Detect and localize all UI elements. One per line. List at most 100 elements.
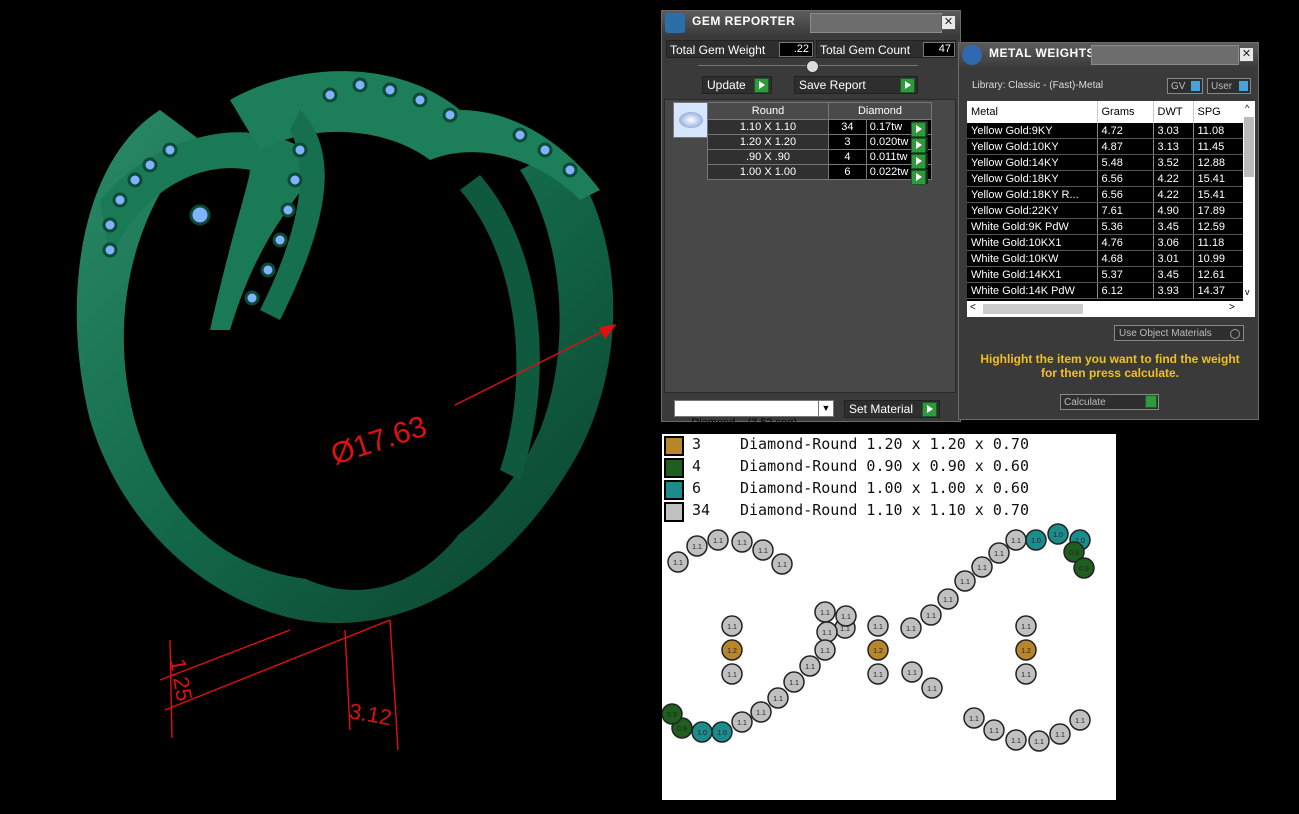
- gem-reporter-close-button[interactable]: ✕: [941, 15, 956, 30]
- gv-toggle[interactable]: GV: [1167, 78, 1203, 94]
- grams-col-header[interactable]: Grams: [1097, 101, 1154, 123]
- update-button[interactable]: Update: [702, 76, 772, 94]
- stone-label: 1.1: [977, 565, 987, 572]
- legend-swatch: [664, 480, 684, 500]
- stone-label: 1.2: [727, 648, 737, 655]
- scrollbar-thumb[interactable]: [1244, 117, 1254, 177]
- metal-grams: 4.72: [1097, 123, 1154, 139]
- metal-table: Metal Grams DWT SPG Yellow Gold:9KY 4.72 3…: [967, 101, 1244, 299]
- titlebar-grip: [810, 13, 942, 33]
- metal-table-row[interactable]: White Gold:9K PdW 5.36 3.45 12.59: [967, 218, 1244, 235]
- metal-spg: 11.08: [1193, 123, 1244, 139]
- scroll-left-icon[interactable]: <: [970, 302, 976, 313]
- metal-name: Yellow Gold:10KY: [967, 138, 1098, 155]
- vertical-scrollbar[interactable]: ^ v: [1243, 101, 1255, 301]
- toggle-indicator: [1191, 81, 1200, 91]
- metal-table-row[interactable]: Yellow Gold:22KY 7.61 4.90 17.89: [967, 202, 1244, 219]
- scroll-right-icon[interactable]: >: [1229, 302, 1235, 313]
- legend-swatch: [664, 502, 684, 522]
- stone-marker: 1.1: [1015, 615, 1037, 637]
- stone-marker: 1.1: [901, 661, 923, 683]
- metal-weights-close-button[interactable]: ✕: [1239, 47, 1254, 62]
- metal-table-row[interactable]: White Gold:10KW 4.68 3.01 10.99: [967, 250, 1244, 267]
- total-gem-count-label: Total Gem Count: [820, 43, 911, 57]
- gem-table-row[interactable]: 1.10 X 1.10 34 0.17tw: [707, 119, 933, 135]
- stone-marker: 1.1: [971, 556, 993, 578]
- legend-row: 4 Diamond-Round 0.90 x 0.90 x 0.60: [662, 456, 1116, 478]
- metal-table-row[interactable]: Yellow Gold:14KY 5.48 3.52 12.88: [967, 154, 1244, 171]
- stone-marker: 0.9: [1073, 557, 1095, 579]
- metal-spg: 15.41: [1193, 170, 1244, 187]
- scrollbar-thumb[interactable]: [983, 304, 1083, 314]
- metal-table-row[interactable]: White Gold:14K PdW 6.12 3.93 14.37: [967, 282, 1244, 299]
- stone-label: 1.1: [822, 630, 832, 637]
- metal-table-row[interactable]: Yellow Gold:18KY R... 6.56 4.22 15.41: [967, 186, 1244, 203]
- chevron-down-icon[interactable]: ▼: [818, 401, 833, 416]
- stone-label: 0.9: [677, 726, 687, 733]
- stone-label: 1.1: [1055, 732, 1065, 739]
- metal-table-row[interactable]: Yellow Gold:9KY 4.72 3.03 11.08: [967, 123, 1244, 139]
- radio-icon: [1230, 329, 1240, 339]
- metal-name: Yellow Gold:14KY: [967, 154, 1098, 171]
- metal-table-row[interactable]: White Gold:14KX1 5.37 3.45 12.61: [967, 266, 1244, 283]
- save-report-button[interactable]: Save Report: [794, 76, 918, 94]
- metal-weights-titlebar[interactable]: METAL WEIGHTS ✕: [959, 43, 1258, 67]
- metal-name: White Gold:14KX1: [967, 266, 1098, 283]
- stone-label: 1.1: [994, 551, 1004, 558]
- scroll-up-icon[interactable]: ^: [1245, 103, 1249, 113]
- 3d-viewport[interactable]: Ø17.63 1.25 3.12: [0, 0, 660, 809]
- total-gem-count-value: 47: [923, 42, 955, 57]
- set-material-button[interactable]: Set Material: [844, 400, 940, 418]
- gem-table-row[interactable]: 1.20 X 1.20 3 0.020tw: [707, 134, 933, 150]
- horizontal-scrollbar[interactable]: < >: [967, 301, 1255, 317]
- gem-row-play-button[interactable]: [911, 121, 928, 137]
- gem-table-row[interactable]: 1.00 X 1.00 6 0.022tw: [707, 164, 933, 180]
- gem-row-play-button[interactable]: [911, 153, 928, 169]
- gem-thumbnail-icon: [673, 102, 709, 138]
- stone-label: 1.0: [1031, 538, 1041, 545]
- stone-marker: 1.0: [1047, 523, 1069, 545]
- metal-col-header[interactable]: Metal: [967, 101, 1098, 123]
- gem-reporter-titlebar[interactable]: GEM REPORTER ✕: [662, 11, 960, 35]
- stone-marker: 1.1: [721, 663, 743, 685]
- stone-label: 1.1: [1011, 538, 1021, 545]
- user-toggle[interactable]: User: [1207, 78, 1251, 94]
- stone-label: 1.1: [737, 720, 747, 727]
- splitter-handle[interactable]: [806, 60, 819, 73]
- total-gem-weight-field: Total Gem Weight .22: [666, 40, 814, 58]
- calculate-button[interactable]: Calculate: [1060, 394, 1159, 410]
- use-object-materials-label: Use Object Materials: [1119, 328, 1212, 339]
- legend-count: 6: [692, 479, 702, 497]
- gem-table-row[interactable]: .90 X .90 4 0.011tw: [707, 149, 933, 165]
- stone-marker: 1.1: [816, 621, 838, 643]
- stone-label: 1.1: [1021, 624, 1031, 631]
- spg-col-header[interactable]: SPG: [1193, 101, 1244, 123]
- material-select[interactable]: Diamond (3.52 spg) ▼: [674, 400, 834, 429]
- metal-spg: 15.41: [1193, 186, 1244, 203]
- gem-row-play-button[interactable]: [911, 169, 928, 185]
- gem-size: 1.20 X 1.20: [707, 134, 829, 150]
- stone-label: 1.1: [873, 624, 883, 631]
- stone-marker: 1.1: [783, 671, 805, 693]
- use-object-materials-checkbox[interactable]: Use Object Materials: [1114, 325, 1244, 341]
- stone-label: 1.1: [673, 560, 683, 567]
- stone-label: 1.2: [1021, 648, 1031, 655]
- metal-table-row[interactable]: Yellow Gold:18KY 6.56 4.22 15.41: [967, 170, 1244, 187]
- stone-marker: 1.1: [771, 553, 793, 575]
- metal-weights-title: METAL WEIGHTS: [989, 46, 1096, 60]
- dwt-col-header[interactable]: DWT: [1153, 101, 1194, 123]
- metal-grams: 6.12: [1097, 282, 1154, 299]
- metal-table-container: Metal Grams DWT SPG Yellow Gold:9KY 4.72 3…: [967, 101, 1255, 317]
- gem-row-play-button[interactable]: [911, 137, 928, 153]
- metal-name: White Gold:9K PdW: [967, 218, 1098, 235]
- scroll-down-icon[interactable]: v: [1245, 287, 1250, 297]
- metal-grams: 4.76: [1097, 234, 1154, 251]
- stone-marker: 1.1: [814, 639, 836, 661]
- metal-table-row[interactable]: Yellow Gold:10KY 4.87 3.13 11.45: [967, 138, 1244, 155]
- total-gem-weight-value: .22: [779, 42, 813, 57]
- toggle-indicator: [1239, 81, 1248, 91]
- stone-marker: 1.1: [867, 615, 889, 637]
- metal-table-row[interactable]: White Gold:10KX1 4.76 3.06 11.18: [967, 234, 1244, 251]
- user-toggle-label: User: [1211, 81, 1233, 92]
- gem-size: 1.00 X 1.00: [707, 164, 829, 180]
